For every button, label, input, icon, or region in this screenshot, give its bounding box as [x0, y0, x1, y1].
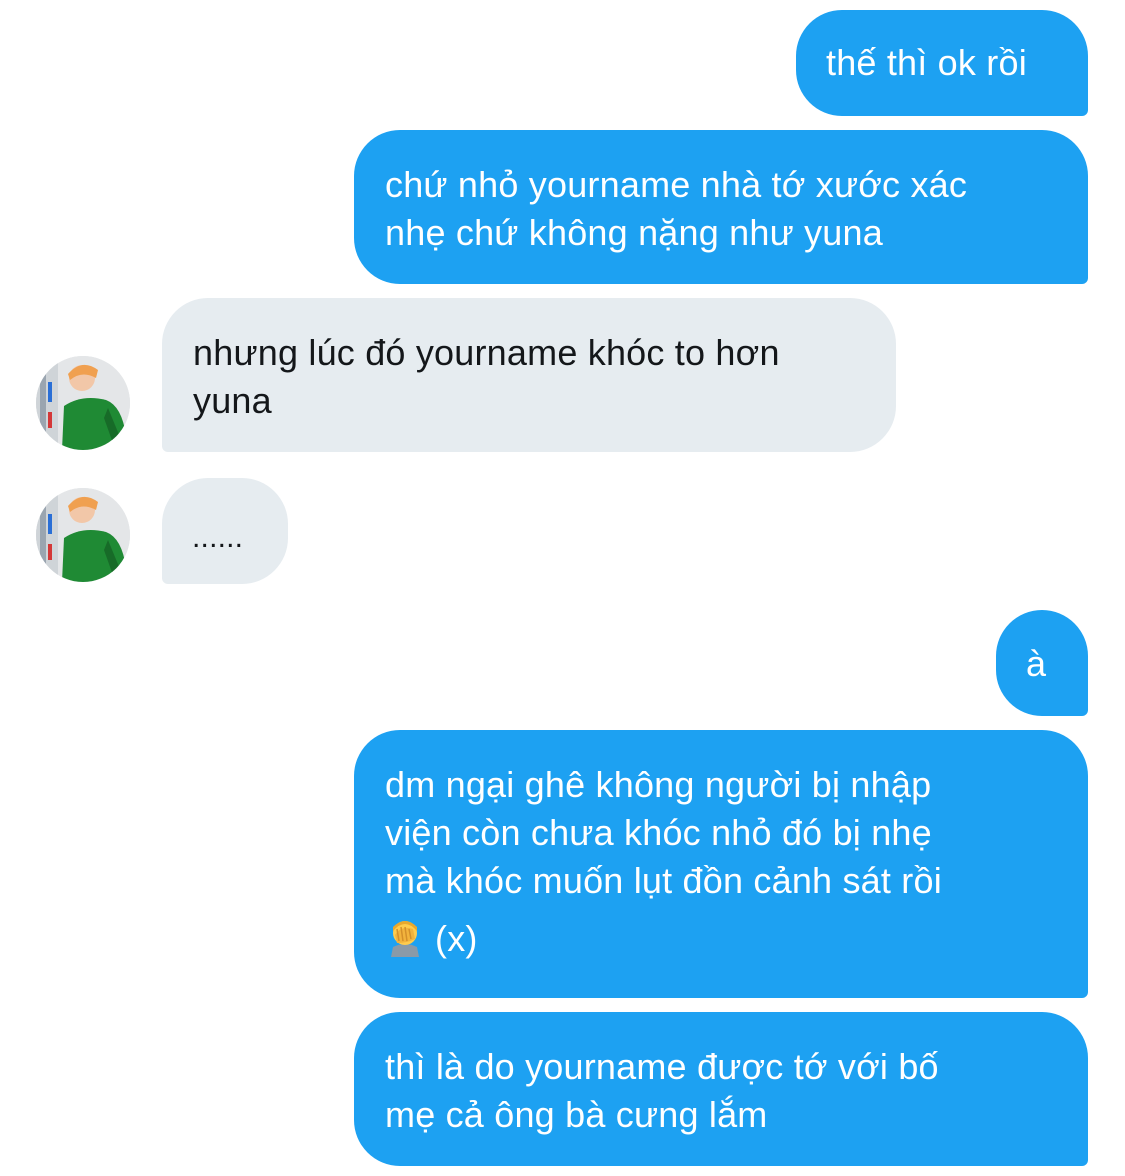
message-text: ...... [192, 521, 244, 554]
face-palm-emoji-icon [385, 917, 425, 957]
avatar-photo-icon [36, 488, 130, 582]
message-line: chứ nhỏ yourname nhà tớ xước xác [385, 164, 968, 205]
conversation-thread: thế thì ok rồi chứ nhỏ yourname nhà tớ x… [0, 0, 1125, 1176]
message-line: mà khóc muốn lụt đồn cảnh sát rồi [385, 860, 942, 901]
message-text: à [1026, 643, 1047, 684]
message-line: mẹ cả ông bà cưng lắm [385, 1094, 768, 1135]
message-text: thế thì ok rồi [826, 42, 1027, 83]
message-line: nhẹ chứ không nặng như yuna [385, 212, 883, 253]
message-line: thì là do yourname được tớ với bố [385, 1046, 939, 1087]
message-trailing-text: (x) [435, 918, 478, 959]
message-bubble-incoming[interactable]: nhưng lúc đó yourname khóc to hơn yuna [162, 298, 896, 452]
message-bubble-incoming[interactable]: ...... [162, 478, 288, 584]
message-bubble-outgoing[interactable]: thế thì ok rồi [796, 10, 1088, 116]
message-bubble-outgoing[interactable]: dm ngại ghê không người bị nhập viện còn… [354, 730, 1088, 998]
message-line: nhưng lúc đó yourname khóc to hơn [193, 332, 780, 373]
contact-avatar[interactable] [36, 488, 130, 582]
contact-avatar[interactable] [36, 356, 130, 450]
message-bubble-outgoing[interactable]: thì là do yourname được tớ với bố mẹ cả … [354, 1012, 1088, 1166]
message-line: yuna [193, 380, 272, 421]
message-bubble-outgoing[interactable]: à [996, 610, 1088, 716]
message-line: viện còn chưa khóc nhỏ đó bị nhẹ [385, 812, 932, 853]
message-line: dm ngại ghê không người bị nhập [385, 764, 932, 805]
message-bubble-outgoing[interactable]: chứ nhỏ yourname nhà tớ xước xác nhẹ chứ… [354, 130, 1088, 284]
message-line-emoji: (x) [385, 915, 1058, 963]
avatar-photo-icon [36, 356, 130, 450]
